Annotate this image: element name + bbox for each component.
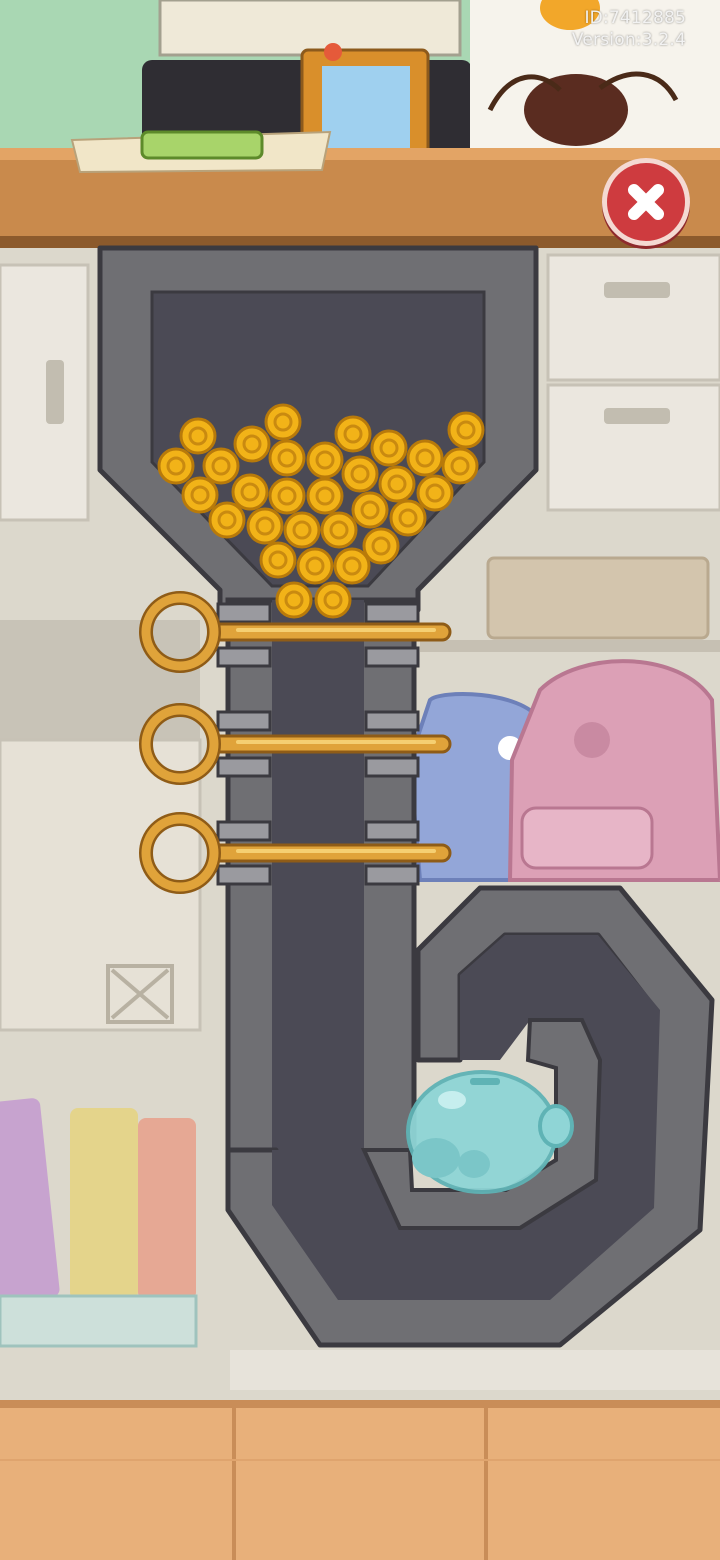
coin (406, 439, 444, 477)
coin (334, 415, 372, 453)
coin (233, 425, 271, 463)
coin (370, 429, 408, 467)
coin (306, 477, 344, 515)
coin (179, 417, 217, 455)
coin (416, 474, 454, 512)
lower-shelf (230, 1350, 720, 1390)
player-id-label: ID:7412885 (584, 8, 686, 28)
coin (283, 511, 321, 549)
coin (447, 411, 485, 449)
version-label: Version:3.2.4 (571, 30, 686, 50)
game-scene (0, 0, 720, 1560)
coin (231, 473, 269, 511)
coin (351, 491, 389, 529)
coin (268, 477, 306, 515)
coin (268, 439, 306, 477)
coin (341, 455, 379, 493)
pink-backpack (507, 659, 720, 882)
coin (389, 499, 427, 537)
vertical-pipe (225, 597, 417, 1220)
floor (0, 1400, 720, 1560)
coin (181, 476, 219, 514)
coin (333, 547, 371, 585)
coin (362, 527, 400, 565)
coin (264, 403, 302, 441)
coin (296, 547, 334, 585)
coin (320, 511, 358, 549)
books (0, 1098, 198, 1348)
coin (246, 507, 284, 545)
coin (259, 541, 297, 579)
coin (208, 501, 246, 539)
coin (157, 447, 195, 485)
coin (275, 581, 313, 619)
paper-with-green-marker (70, 130, 332, 174)
close-button[interactable] (602, 158, 690, 246)
coin (306, 441, 344, 479)
coin (441, 447, 479, 485)
coin (314, 581, 352, 619)
coin (202, 447, 240, 485)
coin (378, 465, 416, 503)
